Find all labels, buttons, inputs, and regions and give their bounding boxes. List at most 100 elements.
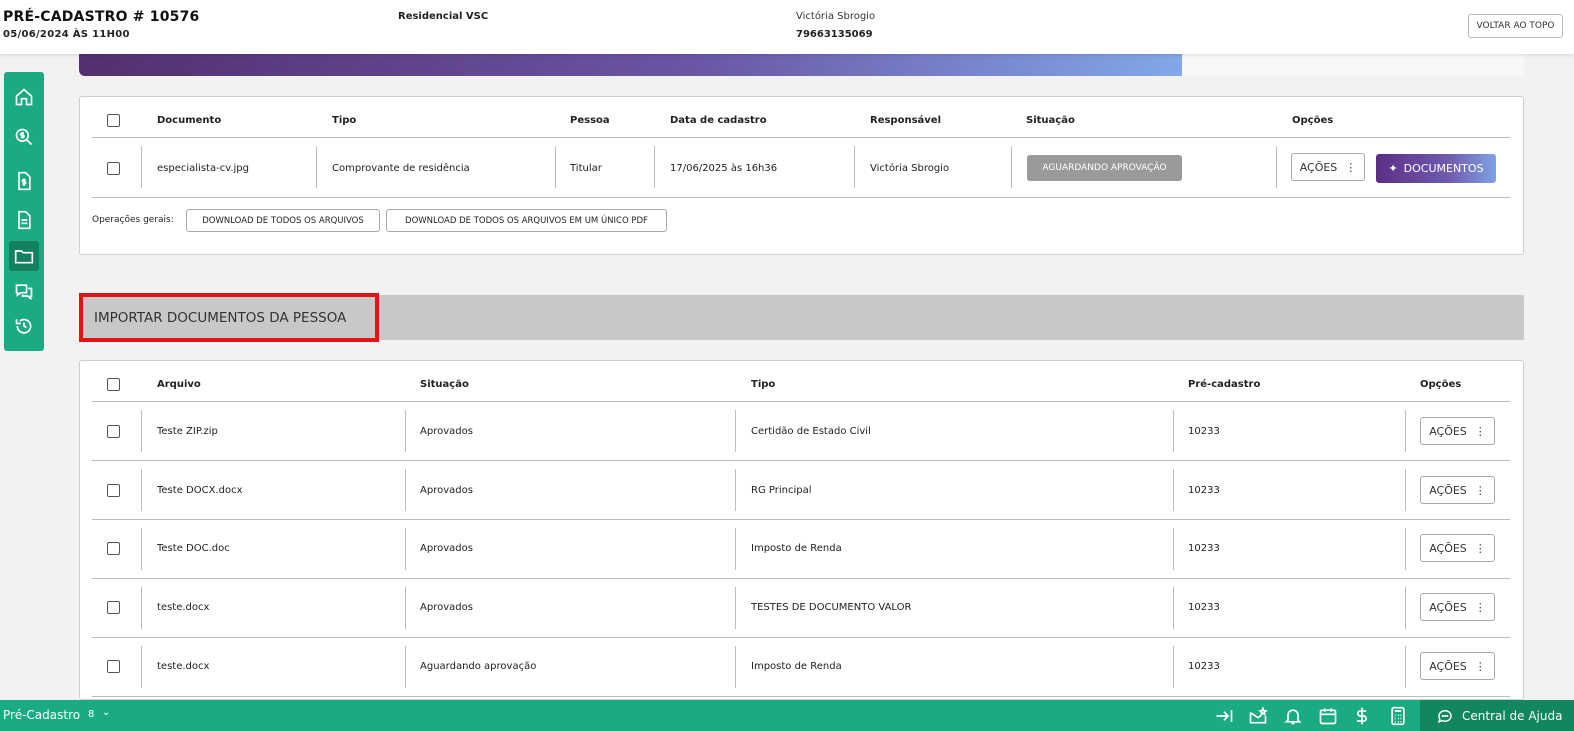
cell-arquivo[interactable]: Teste DOCX.docx	[157, 485, 243, 496]
cell-pre-cadastro: 10233	[1188, 602, 1220, 613]
select-all-checkbox[interactable]	[107, 114, 120, 127]
row-checkbox[interactable]	[107, 425, 120, 438]
cell-situacao: Aprovados	[420, 543, 473, 554]
person-name: Victória Sbrogio	[796, 11, 876, 22]
row-checkbox[interactable]	[107, 542, 120, 555]
column-divider	[1405, 587, 1406, 629]
actions-label: AÇÕES	[1429, 600, 1467, 614]
actions-button[interactable]: AÇÕES ⋮	[1420, 534, 1495, 562]
mail-star-icon[interactable]	[1248, 706, 1268, 726]
chevron-down-icon[interactable]: ⌄	[102, 707, 110, 718]
col-header-opcoes: Opções	[1420, 379, 1462, 390]
sidebar-item-files[interactable]	[9, 241, 39, 271]
col-header-data: Data de cadastro	[670, 115, 767, 126]
row-checkbox[interactable]	[107, 484, 120, 497]
column-divider	[1405, 528, 1406, 570]
sidebar-item-chat[interactable]	[9, 276, 39, 306]
logout-arrow-icon[interactable]	[1214, 706, 1234, 726]
calendar-icon[interactable]	[1318, 706, 1338, 726]
documents-button[interactable]: ✦ DOCUMENTOS	[1376, 154, 1496, 183]
sidebar-item-documents[interactable]	[9, 205, 39, 235]
sidebar-item-billing[interactable]	[9, 166, 39, 196]
cell-tipo: TESTES DE DOCUMENTO VALOR	[751, 602, 912, 613]
actions-label: AÇÕES	[1429, 659, 1467, 673]
column-divider	[735, 410, 736, 452]
cell-responsavel: Victória Sbrogio	[870, 163, 950, 174]
row-divider	[92, 197, 1510, 198]
cell-tipo: Imposto de Renda	[751, 543, 842, 554]
banner-side-panel	[1182, 54, 1524, 76]
actions-label: AÇÕES	[1299, 160, 1338, 174]
row-checkbox[interactable]	[107, 601, 120, 614]
actions-button[interactable]: AÇÕES ⋮	[1420, 476, 1495, 504]
column-divider	[1173, 587, 1174, 629]
column-divider	[405, 587, 406, 629]
column-divider	[405, 646, 406, 688]
cell-tipo: Comprovante de residência	[332, 163, 470, 174]
row-checkbox[interactable]	[107, 660, 120, 673]
cell-tipo: Certidão de Estado Civil	[751, 426, 871, 437]
cell-arquivo[interactable]: teste.docx	[157, 661, 209, 672]
bottom-bar: Pré-Cadastro 8 ⌄ Central de Ajuda	[0, 700, 1574, 731]
kebab-icon: ⋮	[1474, 600, 1486, 614]
column-divider	[555, 146, 556, 188]
bell-icon[interactable]	[1283, 706, 1303, 726]
empreendimento-name: Residencial VSC	[398, 11, 489, 22]
actions-label: AÇÕES	[1429, 483, 1467, 497]
col-header-arquivo: Arquivo	[157, 379, 201, 390]
column-divider	[1173, 469, 1174, 511]
calculator-icon[interactable]	[1388, 706, 1408, 726]
col-header-tipo: Tipo	[751, 379, 776, 390]
person-phone: 79663135069	[796, 29, 873, 40]
help-center-button[interactable]: Central de Ajuda	[1420, 700, 1574, 731]
cell-arquivo[interactable]: teste.docx	[157, 602, 209, 613]
cell-tipo: RG Principal	[751, 485, 812, 496]
sparkle-icon: ✦	[1388, 162, 1398, 175]
col-header-situacao: Situação	[1026, 115, 1075, 126]
cell-documento[interactable]: especialista-cv.jpg	[157, 163, 249, 174]
sidebar-item-history[interactable]	[9, 311, 39, 341]
column-divider	[141, 469, 142, 511]
module-label[interactable]: Pré-Cadastro	[3, 708, 80, 722]
purple-banner	[79, 54, 1182, 76]
col-header-situacao: Situação	[420, 379, 469, 390]
home-icon	[15, 88, 33, 106]
kebab-icon: ⋮	[1474, 424, 1486, 438]
column-divider	[735, 587, 736, 629]
column-divider	[1405, 410, 1406, 452]
actions-button[interactable]: AÇÕES ⋮	[1420, 593, 1495, 621]
sidebar-item-home[interactable]	[9, 82, 39, 112]
download-all-button[interactable]: DOWNLOAD DE TODOS OS ARQUIVOS	[186, 209, 380, 232]
column-divider	[405, 528, 406, 570]
cell-pessoa: Titular	[570, 163, 602, 174]
cell-arquivo[interactable]: Teste DOC.doc	[157, 543, 230, 554]
column-divider	[735, 528, 736, 570]
cell-pre-cadastro: 10233	[1188, 661, 1220, 672]
cell-tipo: Imposto de Renda	[751, 661, 842, 672]
back-to-top-button[interactable]: VOLTAR AO TOPO	[1468, 14, 1563, 38]
actions-button[interactable]: AÇÕES ⋮	[1291, 153, 1365, 181]
page-title: PRÉ-CADASTRO # 10576	[3, 9, 200, 25]
page-datetime: 05/06/2024 ÀS 11H00	[3, 29, 130, 40]
column-divider	[735, 646, 736, 688]
history-icon	[15, 318, 32, 334]
cell-arquivo[interactable]: Teste ZIP.zip	[157, 426, 218, 437]
sidebar-item-financial-search[interactable]	[9, 122, 39, 152]
select-all-checkbox[interactable]	[107, 378, 120, 391]
cell-data: 17/06/2025 às 16h36	[670, 163, 778, 174]
dollar-icon[interactable]	[1352, 706, 1372, 726]
actions-button[interactable]: AÇÕES ⋮	[1420, 652, 1495, 680]
kebab-icon: ⋮	[1474, 659, 1486, 673]
column-divider	[1405, 646, 1406, 688]
cell-situacao: Aprovados	[420, 426, 473, 437]
column-divider	[316, 146, 317, 188]
cell-pre-cadastro: 10233	[1188, 543, 1220, 554]
column-divider	[1173, 528, 1174, 570]
import-section-title[interactable]: IMPORTAR DOCUMENTOS DA PESSOA	[79, 293, 379, 342]
row-checkbox[interactable]	[107, 162, 120, 175]
column-divider	[1276, 146, 1277, 188]
actions-button[interactable]: AÇÕES ⋮	[1420, 417, 1495, 445]
documents-button-label: DOCUMENTOS	[1403, 162, 1484, 175]
col-header-tipo: Tipo	[332, 115, 357, 126]
download-pdf-button[interactable]: DOWNLOAD DE TODOS OS ARQUIVOS EM UM ÚNIC…	[386, 209, 667, 232]
